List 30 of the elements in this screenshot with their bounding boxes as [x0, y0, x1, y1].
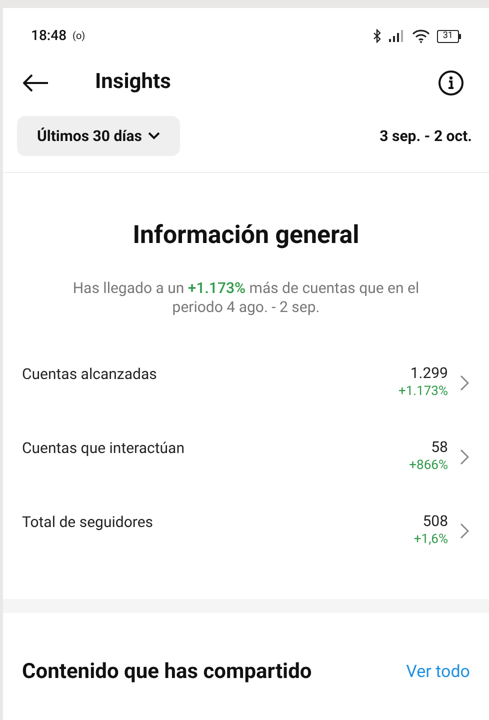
metric-value: 508 — [422, 510, 448, 530]
metric-row[interactable]: Total de seguidores 508 +1,6% — [22, 510, 469, 558]
info-icon[interactable] — [438, 70, 464, 96]
metric-value: 58 — [431, 436, 448, 456]
metric-row[interactable]: Cuentas que interactúan 58 +866% — [22, 436, 469, 484]
chevron-right-icon — [460, 522, 469, 538]
back-arrow-icon[interactable] — [23, 74, 49, 92]
chevron-right-icon — [460, 374, 469, 390]
date-range: 3 sep. - 2 oct. — [380, 126, 472, 147]
metric-label: Cuentas alcanzadas — [22, 364, 157, 384]
metric-row[interactable]: Cuentas alcanzadas 1.299 +1.173% — [22, 362, 469, 410]
wifi-icon — [412, 29, 430, 43]
date-range-dropdown[interactable]: Últimos 30 días — [17, 116, 180, 156]
metric-value: 1.299 — [410, 362, 448, 382]
section-title: Contenido que has compartido — [22, 658, 312, 686]
metric-change: +1.173% — [398, 382, 448, 400]
status-time: 18:48 — [31, 26, 67, 46]
metric-change: +1,6% — [414, 530, 448, 548]
hotspot-indicator: (o) — [72, 30, 86, 44]
bluetooth-icon — [372, 29, 382, 43]
metric-label: Total de seguidores — [22, 512, 154, 532]
metric-change: +866% — [409, 456, 448, 474]
battery-indicator: 31 — [436, 30, 459, 42]
chevron-down-icon — [148, 132, 160, 140]
metric-label: Cuentas que interactúan — [22, 438, 184, 458]
chevron-right-icon — [460, 448, 469, 464]
summary-text: Has llegado a un +1.173% más de cuentas que en el periodo 4 ago. - 2 sep. — [72, 278, 420, 316]
signal-icon — [388, 30, 405, 42]
page-title: Insights — [95, 69, 171, 96]
section-title: Información general — [132, 220, 360, 252]
